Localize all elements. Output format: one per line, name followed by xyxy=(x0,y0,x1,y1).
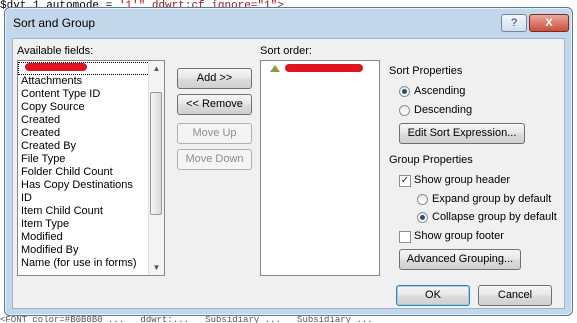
close-button[interactable]: X xyxy=(529,14,569,32)
sort-ascending-icon xyxy=(270,65,280,72)
available-field-item[interactable]: Item Type xyxy=(18,218,164,231)
available-field-item[interactable]: Content Type ID xyxy=(18,88,164,101)
available-field-item[interactable]: Folder Child Count xyxy=(18,166,164,179)
descending-radio[interactable] xyxy=(399,105,410,116)
available-field-item[interactable]: File Type xyxy=(18,153,164,166)
available-field-item[interactable]: Has Copy Destinations xyxy=(18,179,164,192)
add-button[interactable]: Add >> xyxy=(177,68,252,89)
available-field-item[interactable]: Item Child Count xyxy=(18,205,164,218)
available-field-item[interactable]: Created xyxy=(18,114,164,127)
descending-label[interactable]: Descending xyxy=(414,104,472,116)
group-properties-heading: Group Properties xyxy=(389,154,473,166)
sort-and-group-dialog: Sort and Group ? X Available fields: Att… xyxy=(4,7,573,316)
ascending-label[interactable]: Ascending xyxy=(414,85,465,97)
available-field-item[interactable]: Copy Source xyxy=(18,101,164,114)
available-fields-label: Available fields: xyxy=(17,45,94,57)
available-field-item[interactable]: Created By xyxy=(18,140,164,153)
scroll-thumb[interactable] xyxy=(150,92,162,215)
collapse-group-radio[interactable] xyxy=(417,212,428,223)
available-field-item[interactable]: Modified xyxy=(18,231,164,244)
dialog-client-area: Available fields: Attachments Content Typ… xyxy=(12,38,565,309)
sort-order-label: Sort order: xyxy=(260,45,312,57)
edit-sort-expression-button[interactable]: Edit Sort Expression... xyxy=(399,123,525,144)
sort-properties-heading: Sort Properties xyxy=(389,65,463,77)
redacted-sort-field-mark xyxy=(285,64,363,72)
collapse-group-label[interactable]: Collapse group by default xyxy=(432,211,557,223)
show-group-header-label[interactable]: Show group header xyxy=(414,174,510,186)
cancel-button[interactable]: Cancel xyxy=(478,285,552,306)
available-field-item[interactable]: Name (for use in forms) xyxy=(18,257,164,270)
available-fields-listbox[interactable]: Attachments Content Type ID Copy Source Cre… xyxy=(17,60,165,276)
ok-button[interactable]: OK xyxy=(396,285,470,306)
show-group-footer-label[interactable]: Show group footer xyxy=(414,230,504,242)
move-up-button[interactable]: Move Up xyxy=(177,123,252,144)
available-field-item[interactable]: Created xyxy=(18,127,164,140)
remove-button[interactable]: << Remove xyxy=(177,94,252,115)
expand-group-radio[interactable] xyxy=(417,194,428,205)
background-code-bottom: <FONT color=#B0B0B0 ... ddwrt:... Subsid… xyxy=(0,316,373,323)
scroll-down-arrow-icon[interactable]: ▼ xyxy=(149,260,164,275)
help-button[interactable]: ? xyxy=(501,14,527,32)
available-fields-items: Attachments Content Type ID Copy Source Cre… xyxy=(18,62,164,270)
available-fields-scrollbar[interactable]: ▲ ▼ xyxy=(148,61,164,275)
sort-order-listbox[interactable] xyxy=(260,60,380,276)
dialog-title: Sort and Group xyxy=(13,16,96,30)
ascending-radio[interactable] xyxy=(399,86,410,97)
available-field-item[interactable]: ID xyxy=(18,192,164,205)
available-field-item[interactable]: Modified By xyxy=(18,244,164,257)
advanced-grouping-button[interactable]: Advanced Grouping... xyxy=(399,249,521,270)
expand-group-label[interactable]: Expand group by default xyxy=(432,193,551,205)
available-field-item[interactable]: Attachments xyxy=(18,75,164,88)
show-group-header-checkbox[interactable]: ✓ xyxy=(399,175,411,187)
show-group-footer-checkbox[interactable] xyxy=(399,231,411,243)
title-bar: Sort and Group ? X xyxy=(5,8,572,36)
scroll-up-arrow-icon[interactable]: ▲ xyxy=(149,61,164,76)
redacted-field-mark xyxy=(25,63,87,71)
move-down-button[interactable]: Move Down xyxy=(177,149,252,170)
